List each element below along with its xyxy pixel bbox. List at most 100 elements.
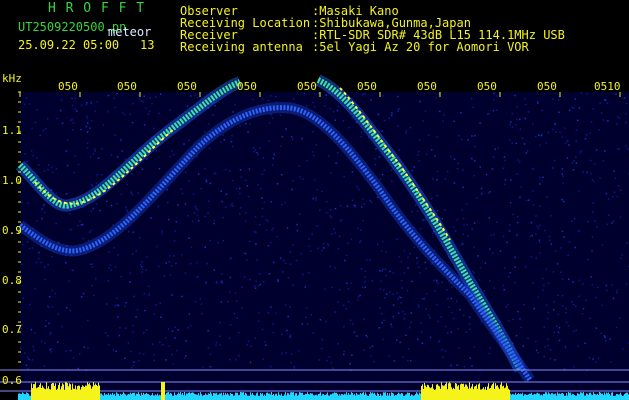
level-bar: [497, 385, 498, 400]
noise-speck: [489, 347, 492, 349]
noise-speck: [337, 105, 340, 108]
level-bar: [407, 392, 408, 400]
noise-speck: [311, 102, 314, 104]
noise-speck: [324, 105, 326, 107]
level-bar: [110, 393, 111, 400]
noise-speck: [312, 332, 315, 334]
noise-speck: [252, 147, 255, 149]
noise-speck: [317, 247, 319, 249]
level-bar: [79, 385, 80, 400]
noise-speck: [47, 263, 49, 266]
noise-speck: [34, 121, 37, 124]
level-bar: [613, 396, 614, 400]
noise-speck: [199, 298, 202, 300]
noise-speck: [311, 233, 313, 235]
level-bar: [69, 383, 70, 400]
noise-speck: [44, 211, 46, 214]
noise-speck: [625, 121, 627, 124]
level-bar: [21, 394, 22, 400]
level-bar: [330, 394, 331, 400]
noise-speck: [71, 97, 73, 100]
noise-speck: [599, 177, 601, 179]
noise-speck: [107, 111, 109, 113]
noise-speck: [568, 109, 571, 112]
noise-speck: [477, 255, 479, 257]
noise-speck: [21, 263, 23, 265]
level-bar: [226, 394, 227, 400]
noise-speck: [129, 113, 131, 116]
level-bar: [601, 393, 602, 400]
level-bar: [40, 383, 41, 400]
level-bar: [67, 383, 68, 400]
noise-speck: [285, 128, 287, 130]
noise-speck: [238, 331, 240, 334]
noise-speck: [404, 313, 406, 316]
level-bar: [307, 392, 308, 400]
level-bar: [528, 394, 529, 400]
noise-speck: [30, 150, 33, 152]
level-bar: [430, 388, 431, 400]
level-bar: [184, 392, 185, 400]
level-bar: [77, 386, 78, 400]
level-bar: [328, 395, 329, 400]
noise-speck: [537, 351, 539, 354]
noise-speck: [397, 109, 399, 111]
noise-speck: [418, 160, 421, 162]
level-bar: [332, 393, 333, 400]
level-bar: [521, 394, 522, 400]
noise-speck: [508, 139, 511, 142]
noise-speck: [331, 233, 333, 235]
noise-speck: [70, 228, 73, 231]
noise-speck: [197, 220, 200, 222]
noise-speck: [215, 281, 218, 284]
level-bar: [102, 394, 103, 400]
noise-speck: [516, 173, 518, 175]
noise-speck: [473, 160, 476, 162]
noise-speck: [259, 283, 262, 286]
noise-speck: [403, 272, 406, 274]
noise-speck: [492, 110, 495, 112]
noise-speck: [473, 174, 476, 177]
level-bar: [595, 394, 596, 400]
level-bar: [302, 392, 303, 400]
noise-speck: [535, 233, 537, 235]
level-bar: [343, 394, 344, 400]
noise-speck: [573, 218, 576, 220]
noise-speck: [83, 346, 85, 348]
noise-speck: [91, 263, 93, 265]
noise-speck: [281, 333, 283, 335]
level-bar: [199, 395, 200, 400]
level-bar: [189, 392, 190, 400]
level-bar: [451, 387, 452, 400]
level-bar: [449, 382, 450, 400]
noise-speck: [171, 353, 173, 356]
level-bar: [257, 392, 258, 400]
noise-speck: [435, 279, 438, 282]
level-bar: [509, 389, 510, 400]
noise-speck: [365, 334, 367, 337]
level-bar: [101, 393, 102, 400]
noise-speck: [272, 227, 274, 229]
level-bar: [520, 393, 521, 400]
noise-speck: [556, 325, 558, 327]
level-bar: [46, 382, 47, 400]
noise-speck: [192, 193, 195, 195]
noise-speck: [465, 331, 467, 333]
level-bar: [274, 395, 275, 400]
level-bar: [24, 394, 25, 400]
level-bar: [33, 384, 34, 400]
noise-speck: [74, 108, 76, 110]
noise-speck: [34, 288, 36, 290]
level-bar: [232, 393, 233, 400]
noise-speck: [617, 185, 620, 187]
noise-speck: [607, 120, 609, 122]
noise-speck: [575, 129, 578, 131]
noise-speck: [566, 140, 568, 143]
noise-speck: [520, 186, 523, 188]
noise-speck: [240, 176, 243, 178]
level-bar: [176, 395, 177, 400]
level-bar: [345, 394, 346, 400]
level-bar: [341, 394, 342, 400]
noise-speck: [239, 213, 241, 215]
noise-speck: [552, 167, 554, 169]
